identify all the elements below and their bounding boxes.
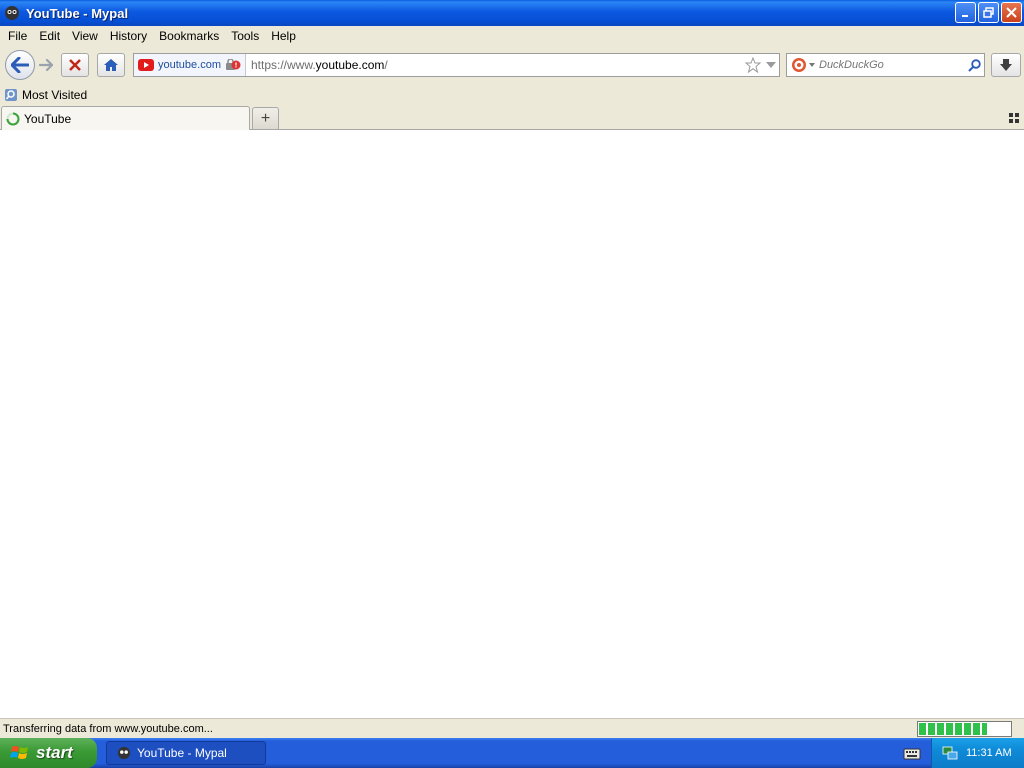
history-dropdown-icon[interactable] bbox=[763, 62, 779, 68]
system-tray: 11:31 AM bbox=[931, 738, 1024, 768]
home-button[interactable] bbox=[97, 53, 125, 77]
url-text[interactable]: https://www.youtube.com/ bbox=[246, 58, 743, 72]
keyboard-layout-icon[interactable] bbox=[903, 745, 921, 761]
menu-edit[interactable]: Edit bbox=[33, 29, 66, 43]
restore-icon bbox=[983, 7, 994, 18]
menu-bar: File Edit View History Bookmarks Tools H… bbox=[0, 26, 1024, 46]
mixed-content-lock-icon bbox=[225, 59, 241, 70]
menu-file[interactable]: File bbox=[2, 29, 33, 43]
load-progress-bar bbox=[917, 721, 1012, 737]
window-title: YouTube - Mypal bbox=[26, 5, 129, 21]
url-suffix: / bbox=[384, 58, 388, 72]
mypal-taskbar-icon bbox=[117, 746, 131, 760]
start-label: start bbox=[36, 743, 73, 762]
search-bar bbox=[786, 53, 985, 77]
tab-youtube[interactable]: YouTube bbox=[1, 106, 250, 130]
tab-list-grid-icon[interactable] bbox=[1008, 112, 1020, 124]
bookmark-label: Most Visited bbox=[22, 88, 88, 102]
navigation-toolbar: youtube.com https://www.youtube.com/ bbox=[0, 46, 1024, 84]
progress-fill bbox=[919, 723, 988, 735]
menu-bookmarks[interactable]: Bookmarks bbox=[153, 29, 225, 43]
window-titlebar[interactable]: YouTube - Mypal bbox=[0, 0, 1024, 26]
stop-button[interactable] bbox=[61, 53, 89, 77]
chevron-down-icon bbox=[809, 63, 815, 67]
home-icon bbox=[104, 59, 118, 71]
taskbar-item-mypal[interactable]: YouTube - Mypal bbox=[106, 741, 266, 765]
back-button[interactable] bbox=[5, 50, 35, 80]
downloads-button[interactable] bbox=[991, 53, 1021, 77]
forward-button[interactable] bbox=[35, 54, 57, 76]
close-icon bbox=[1006, 7, 1017, 18]
mypal-app-icon bbox=[4, 5, 20, 21]
page-content[interactable] bbox=[0, 130, 1024, 718]
bookmark-most-visited[interactable]: Most Visited bbox=[4, 88, 87, 102]
url-prefix: https://www. bbox=[250, 58, 316, 72]
menu-tools[interactable]: Tools bbox=[225, 29, 265, 43]
arrow-right-icon bbox=[39, 59, 53, 71]
clock[interactable]: 11:31 AM bbox=[966, 747, 1012, 759]
address-bar[interactable]: youtube.com https://www.youtube.com/ bbox=[133, 53, 780, 77]
bookmarks-toolbar: Most Visited bbox=[0, 84, 1024, 106]
url-host: youtube.com bbox=[315, 58, 385, 72]
duckduckgo-icon bbox=[792, 58, 806, 72]
windows-taskbar: start YouTube - Mypal 11:31 AM bbox=[0, 738, 1024, 768]
site-identity-button[interactable]: youtube.com bbox=[134, 54, 246, 76]
most-visited-icon bbox=[5, 89, 17, 101]
youtube-favicon bbox=[138, 59, 154, 71]
stop-x-icon bbox=[69, 59, 81, 71]
windows-logo-icon bbox=[10, 746, 28, 759]
minimize-button[interactable] bbox=[955, 2, 976, 23]
start-button[interactable]: start bbox=[0, 738, 97, 768]
close-button[interactable] bbox=[1001, 2, 1022, 23]
tab-label: YouTube bbox=[24, 111, 72, 126]
bookmark-star-icon[interactable] bbox=[743, 57, 763, 73]
status-bar: Transferring data from www.youtube.com..… bbox=[0, 718, 1024, 738]
search-engine-button[interactable] bbox=[787, 57, 819, 73]
arrow-left-icon bbox=[11, 57, 29, 73]
network-icon[interactable] bbox=[942, 745, 958, 761]
minimize-icon bbox=[961, 14, 968, 17]
site-identity-label: youtube.com bbox=[158, 59, 221, 71]
menu-view[interactable]: View bbox=[66, 29, 104, 43]
tab-strip: YouTube + bbox=[0, 106, 1024, 130]
new-tab-button[interactable]: + bbox=[252, 107, 279, 129]
menu-help[interactable]: Help bbox=[265, 29, 302, 43]
search-magnifier-icon[interactable] bbox=[964, 58, 984, 72]
restore-button[interactable] bbox=[978, 2, 999, 23]
status-text: Transferring data from www.youtube.com..… bbox=[3, 722, 213, 735]
search-input[interactable] bbox=[819, 55, 964, 75]
download-arrow-icon bbox=[1000, 59, 1012, 71]
loading-spinner-icon bbox=[6, 112, 20, 125]
taskbar-item-label: YouTube - Mypal bbox=[137, 746, 227, 760]
menu-history[interactable]: History bbox=[104, 29, 153, 43]
